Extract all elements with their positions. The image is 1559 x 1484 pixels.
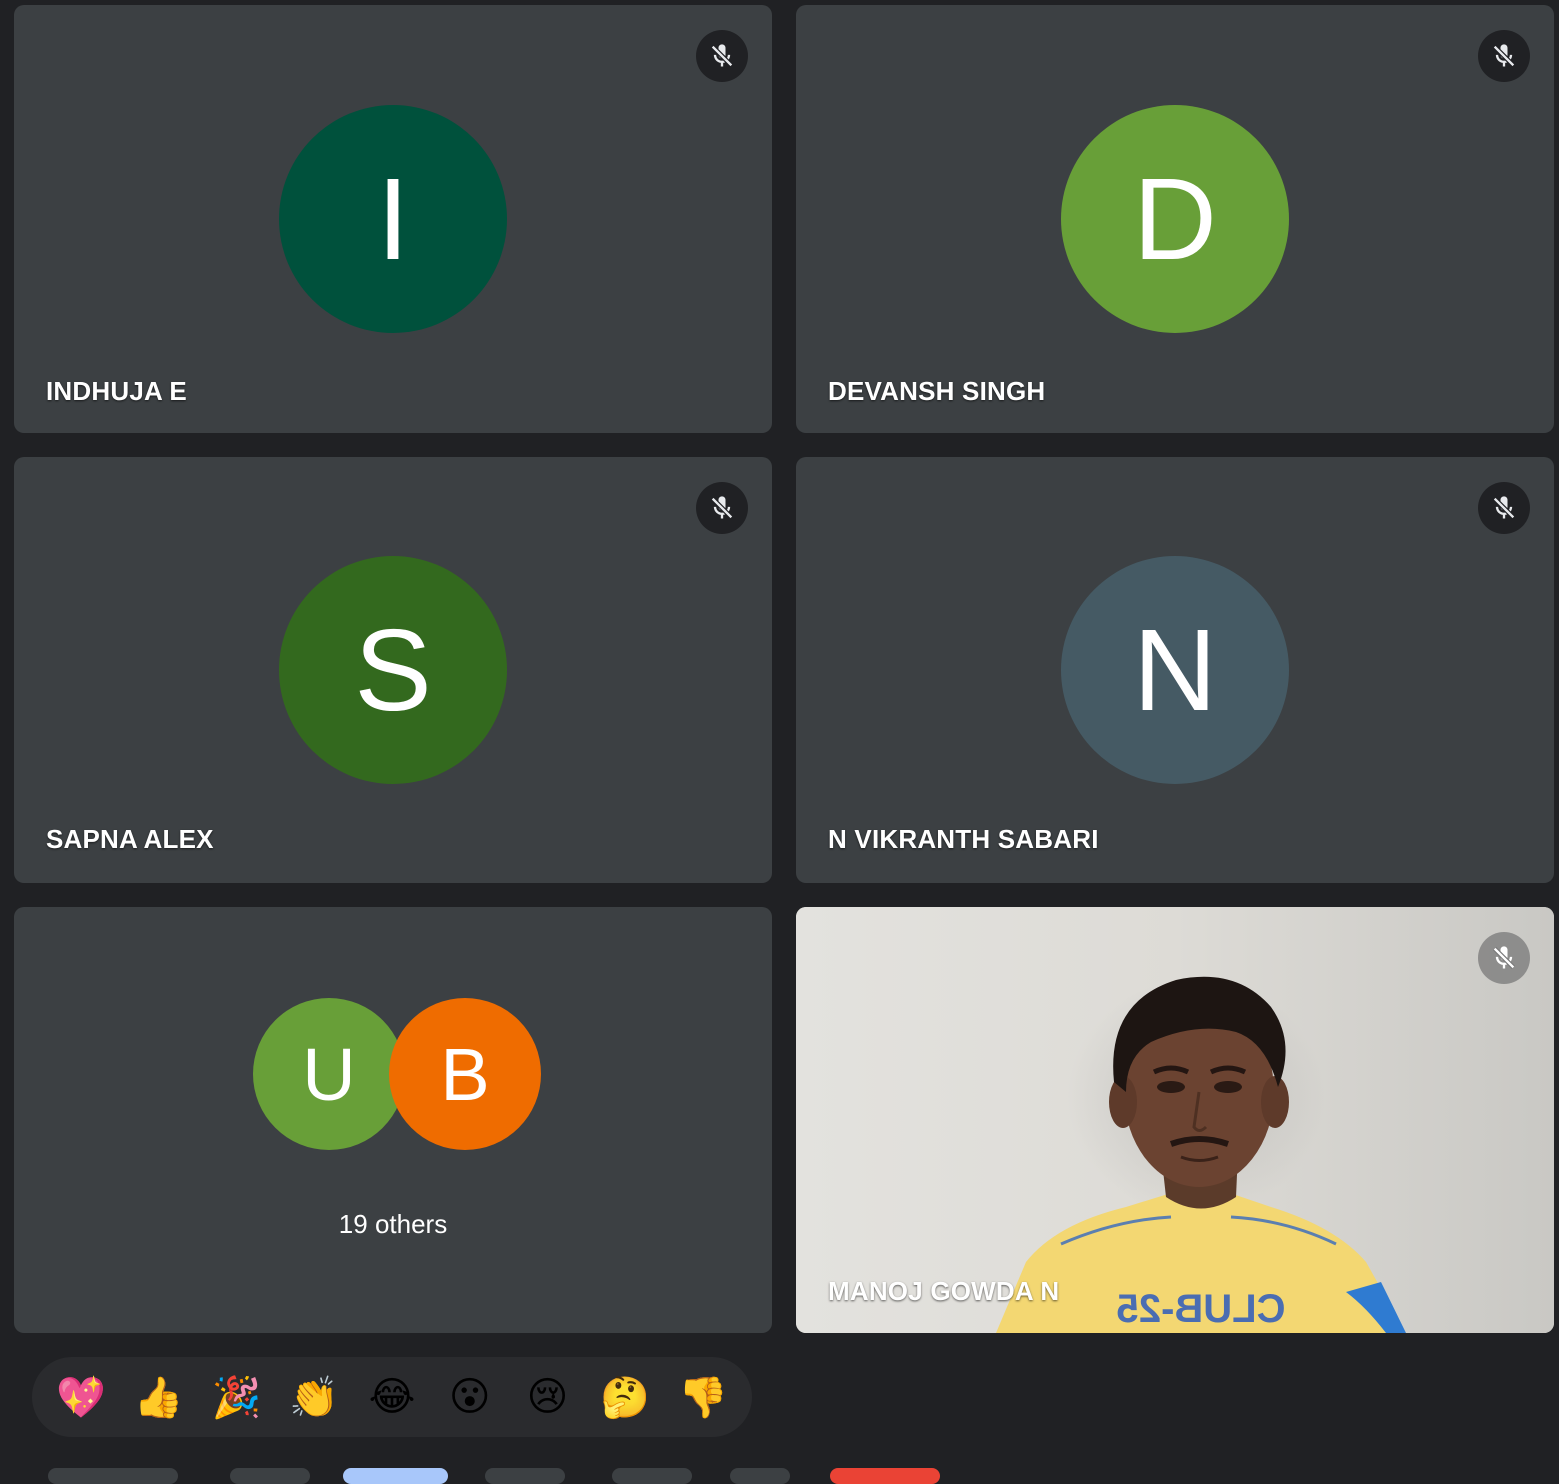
participant-tile-devansh[interactable]: D DEVANSH SINGH bbox=[796, 5, 1554, 433]
participant-tile-sapna[interactable]: S SAPNA ALEX bbox=[14, 457, 772, 883]
mic-off-icon bbox=[696, 30, 748, 82]
control-button[interactable] bbox=[612, 1468, 692, 1484]
participant-name: N VIKRANTH SABARI bbox=[828, 824, 1099, 854]
reaction-crying-button[interactable]: 😢 bbox=[517, 1367, 577, 1427]
others-tile[interactable]: U B 19 others bbox=[14, 907, 772, 1333]
avatar: B bbox=[389, 998, 541, 1150]
others-avatars: U B bbox=[253, 998, 543, 1150]
mic-off-icon bbox=[1478, 482, 1530, 534]
control-button[interactable] bbox=[485, 1468, 565, 1484]
participant-tile-manoj-video[interactable]: CLUB-25 MANOJ GOWDA N bbox=[796, 907, 1554, 1333]
avatar: D bbox=[1061, 105, 1289, 333]
control-button[interactable] bbox=[230, 1468, 310, 1484]
avatar: N bbox=[1061, 556, 1289, 784]
control-button[interactable] bbox=[343, 1468, 448, 1484]
participant-name: MANOJ GOWDA N bbox=[828, 1276, 1060, 1306]
participant-tile-indhuja[interactable]: I INDHUJA E bbox=[14, 5, 772, 433]
others-count-label: 19 others bbox=[338, 1209, 448, 1239]
reaction-thumbs-up-button[interactable]: 👍 bbox=[129, 1367, 189, 1427]
reaction-thumbs-down-button[interactable]: 👎 bbox=[673, 1367, 733, 1427]
mic-off-icon bbox=[1478, 30, 1530, 82]
reaction-tears-of-joy-button[interactable]: 😂 bbox=[362, 1367, 422, 1427]
control-bar bbox=[0, 1468, 1559, 1484]
participant-tile-vikranth[interactable]: N N VIKRANTH SABARI bbox=[796, 457, 1554, 883]
mic-off-icon bbox=[1478, 932, 1530, 984]
leave-call-button[interactable] bbox=[830, 1468, 940, 1484]
reaction-surprised-button[interactable]: 😮 bbox=[440, 1367, 500, 1427]
participant-name: SAPNA ALEX bbox=[46, 824, 214, 854]
mic-off-icon bbox=[696, 482, 748, 534]
reaction-party-popper-button[interactable]: 🎉 bbox=[206, 1367, 266, 1427]
avatar: S bbox=[279, 556, 507, 784]
reactions-bar: 💖 👍 🎉 👏 😂 😮 😢 🤔 👎 bbox=[32, 1357, 752, 1437]
reaction-sparkling-heart-button[interactable]: 💖 bbox=[51, 1367, 111, 1427]
reaction-thinking-button[interactable]: 🤔 bbox=[595, 1367, 655, 1427]
participant-name: INDHUJA E bbox=[46, 376, 187, 406]
control-button[interactable] bbox=[730, 1468, 790, 1484]
reaction-clapping-hands-button[interactable]: 👏 bbox=[284, 1367, 344, 1427]
control-button[interactable] bbox=[48, 1468, 178, 1484]
avatar: I bbox=[279, 105, 507, 333]
shirt-print: CLUB-25 bbox=[1117, 1287, 1286, 1331]
avatar: U bbox=[253, 998, 405, 1150]
participant-name: DEVANSH SINGH bbox=[828, 376, 1046, 406]
